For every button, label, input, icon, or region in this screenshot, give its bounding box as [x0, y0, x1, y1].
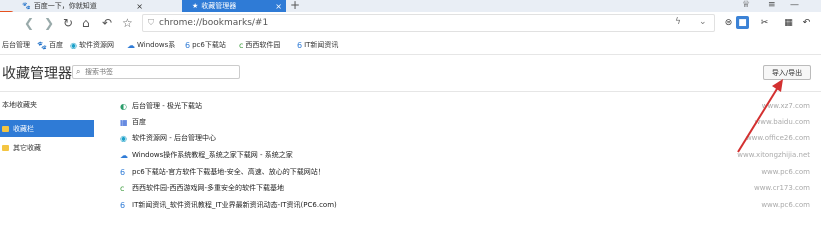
cc-icon: c	[239, 40, 244, 50]
close-tab-icon[interactable]: ×	[136, 2, 143, 11]
browser-menu-icon[interactable]: ⊜	[722, 16, 735, 29]
bookmark-url: www.pc6.com	[761, 201, 810, 209]
address-bar[interactable]: ⛉ chrome://bookmarks/#1 ϟ ⌄	[142, 14, 715, 32]
shield-icon: ⛉	[148, 18, 154, 27]
bookmark-url: www.xitongzhijia.net	[737, 151, 810, 159]
bookmark-url: www.cr173.com	[753, 184, 810, 192]
bookmark-row[interactable]: ◉ 软件资源网 - 后台管理中心 www.office26.com	[120, 131, 810, 145]
bookmark-label: 西西软件园	[245, 41, 281, 49]
bookmark-title: 软件资源网 - 后台管理中心	[132, 134, 216, 142]
bookmark-label: 后台管理	[2, 41, 30, 49]
sidebar-folder-bookmarks-bar[interactable]: 收藏栏	[0, 120, 94, 137]
bookmarks-bar: 后台管理 🐾 百度 ◉ 软件资源网 ☁ Windows系 6 pc6下载站 c 西西软件园…	[0, 36, 821, 55]
menu-icon[interactable]: ≡	[768, 0, 776, 10]
tab-label: 百度一下，你就知道	[33, 2, 97, 10]
bookmark-row[interactable]: c 西西软件园-西西游戏网-多重安全的软件下载基地 www.cr173.com	[120, 181, 810, 195]
cc-icon: c	[120, 183, 125, 193]
bookmark-label: Windows系	[137, 41, 176, 49]
bookmark-label: pc6下载站	[192, 41, 226, 49]
bookmark-title: 西西软件园-西西游戏网-多重安全的软件下载基地	[132, 184, 285, 192]
pc6-icon: 6	[297, 40, 303, 50]
lightning-icon[interactable]: ϟ	[675, 17, 681, 27]
undo-icon[interactable]: ↶	[102, 16, 112, 30]
page-title: 收藏管理器	[2, 66, 72, 82]
tab-baidu[interactable]: 🐾 百度一下，你就知道 ×	[22, 0, 147, 12]
cloud-icon: ☁	[127, 40, 135, 50]
bookmark-label: IT新闻资讯	[304, 41, 339, 49]
bookmark-title: pc6下载站-官方软件下载基地-安全、高速、放心的下载网站！	[132, 168, 325, 176]
address-url: chrome://bookmarks/#1	[159, 18, 269, 28]
bookmark-url: www.pc6.com	[761, 168, 810, 176]
back-icon[interactable]: ❮	[24, 16, 34, 30]
folder-icon	[2, 125, 9, 132]
sidebar-root-label: 本地收藏夹	[2, 101, 37, 109]
bookmark-title: Windows操作系统教程_系统之家下载网 - 系统之家	[132, 151, 293, 159]
site-icon: ◐	[120, 101, 127, 111]
extension-icon[interactable]: ■	[736, 16, 749, 29]
folder-label: 收藏栏	[13, 124, 34, 133]
import-export-button[interactable]: 导入/导出	[763, 65, 811, 80]
home-icon[interactable]: ⌂	[82, 16, 90, 30]
scissors-icon[interactable]: ✂	[758, 16, 771, 29]
paw-icon: ▦	[120, 117, 128, 127]
grid-icon[interactable]: ▦	[782, 16, 795, 29]
tab-label: 收藏管理器	[201, 2, 237, 10]
bookmark-url: www.baidu.com	[754, 118, 811, 126]
search-input[interactable]	[85, 67, 235, 77]
bookmark-label: 软件资源网	[78, 41, 114, 49]
bookmark-label: 百度	[48, 41, 63, 49]
new-tab-button[interactable]: +	[290, 0, 300, 12]
bookmark-bar-item[interactable]: 🐾 百度	[37, 40, 63, 50]
circle-icon: ◉	[70, 40, 77, 50]
cloud-icon: ☁	[120, 150, 128, 160]
bookmark-row[interactable]: 6 IT新闻资讯_软件资讯教程_IT业界最新资讯动态-IT资讯(PC6.com)…	[120, 198, 810, 212]
bookmark-bar-item[interactable]: ☁ Windows系	[127, 40, 175, 50]
bookmark-url: www.xz7.com	[761, 102, 810, 110]
bookmark-bar-item[interactable]: 后台管理	[2, 40, 30, 50]
dropdown-icon[interactable]: ⌄	[699, 17, 707, 27]
bookmark-title: 后台管理 - 极光下载站	[132, 102, 202, 110]
reload-icon[interactable]: ↻	[63, 16, 73, 30]
tab-bar: 登录 🐾 百度一下，你就知道 × ★ 收藏管理器 × + ♕ ≡ —	[0, 0, 821, 21]
bookmark-title: IT新闻资讯_软件资讯教程_IT业界最新资讯动态-IT资讯(PC6.com)	[132, 201, 337, 209]
star-icon: ★	[192, 2, 199, 10]
star-icon[interactable]: ☆	[122, 16, 133, 30]
folder-label: 其它收藏	[13, 143, 41, 152]
bookmark-row[interactable]: 6 pc6下载站-官方软件下载基地-安全、高速、放心的下载网站！ www.pc6…	[120, 165, 810, 179]
paw-icon: 🐾	[22, 2, 31, 10]
pc6-icon: 6	[120, 167, 126, 177]
shirt-icon[interactable]: ♕	[742, 0, 750, 10]
search-icon: ⌕	[76, 67, 81, 76]
minimize-icon[interactable]: —	[790, 0, 799, 10]
bookmark-bar-item[interactable]: 6 pc6下载站	[185, 40, 226, 50]
bookmark-bar-item[interactable]: c 西西软件园	[239, 40, 280, 50]
circle-icon: ◉	[120, 133, 127, 143]
search-box[interactable]: ⌕	[72, 65, 240, 79]
undo-icon[interactable]: ↶	[800, 16, 813, 29]
bookmark-bar-item[interactable]: ◉ 软件资源网	[70, 40, 114, 50]
bookmark-row[interactable]: ☁ Windows操作系统教程_系统之家下载网 - 系统之家 www.xiton…	[120, 148, 810, 162]
close-tab-icon[interactable]: ×	[275, 2, 282, 11]
page-header: 收藏管理器 ⌕ 导入/导出	[0, 55, 821, 92]
pc6-icon: 6	[185, 40, 191, 50]
sidebar-folder-other[interactable]: 其它收藏	[0, 139, 94, 156]
bookmark-row[interactable]: ▦ 百度 www.baidu.com	[120, 115, 810, 129]
tab-bookmarks[interactable]: ★ 收藏管理器 ×	[182, 0, 286, 12]
pc6-icon: 6	[120, 200, 126, 210]
paw-icon: 🐾	[37, 40, 47, 50]
bookmark-url: www.office26.com	[745, 134, 810, 142]
folder-icon	[2, 144, 9, 151]
bookmark-row[interactable]: ◐ 后台管理 - 极光下载站 www.xz7.com	[120, 99, 810, 113]
bookmark-bar-item[interactable]: 6 IT新闻资讯	[297, 40, 338, 50]
forward-icon[interactable]: ❯	[44, 16, 54, 30]
bookmark-title: 百度	[132, 118, 146, 126]
